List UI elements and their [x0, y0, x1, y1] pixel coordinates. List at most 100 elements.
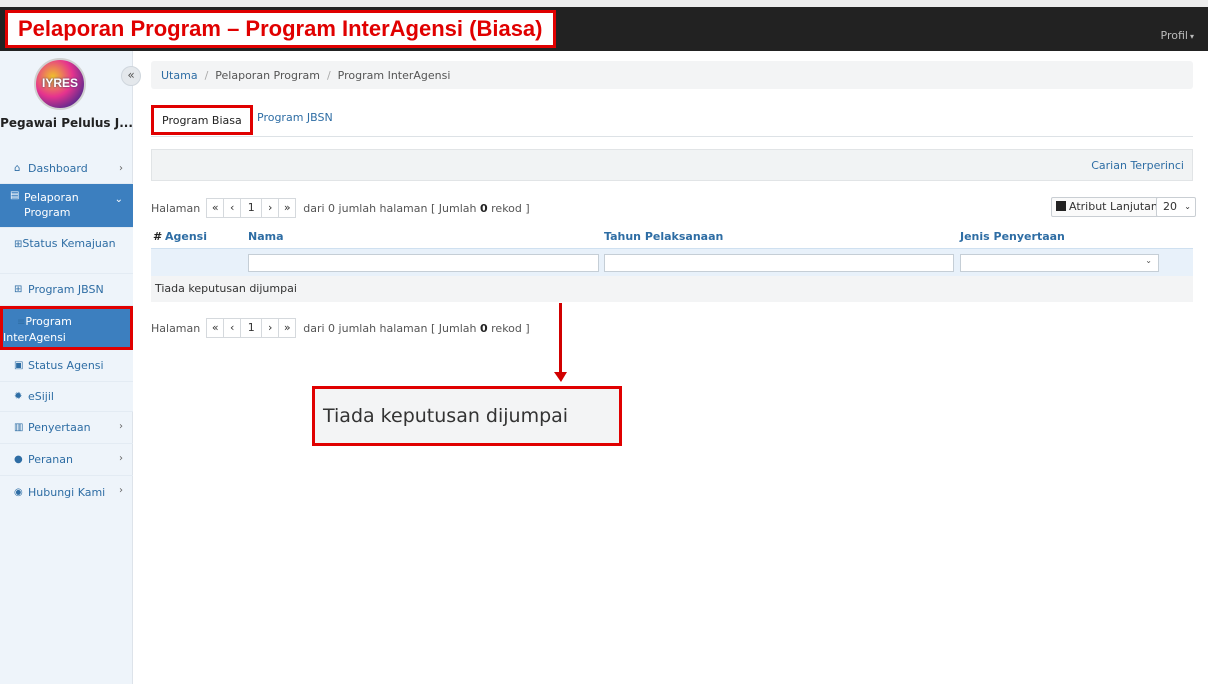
pager-top: Halaman « ‹ 1 › » dari 0 jumlah halaman …: [151, 197, 530, 219]
sidebar-item-text: ≡Program InterAgensi: [3, 314, 123, 345]
sidebar-item-hubungi-kami[interactable]: ◉ Hubungi Kami ›: [0, 476, 133, 508]
sidebar-item-pelaporan-program[interactable]: ▤ Pelaporan Program ⌄: [0, 184, 133, 228]
report-icon: ▤: [10, 190, 20, 201]
sidebar-menu: ⌂ Dashboard › ▤ Pelaporan Program ⌄ ⊞Sta…: [0, 154, 133, 508]
window-top-strip: [0, 0, 1208, 7]
tab-program-jbsn[interactable]: Program JBSN: [249, 105, 341, 135]
last-page-button[interactable]: »: [278, 198, 297, 218]
pager-summary-end: rekod ]: [491, 201, 530, 215]
pager-summary: dari 0 jumlah halaman [ Jumlah 0 rekod ]: [303, 322, 529, 335]
table-icon: ⊞: [14, 284, 23, 295]
breadcrumb-home-link[interactable]: Utama: [161, 69, 198, 82]
breadcrumb-current: Program InterAgensi: [337, 68, 451, 82]
user-icon: ●: [14, 454, 23, 465]
pager-summary-text: dari 0 jumlah halaman [ Jumlah: [303, 321, 477, 335]
sidebar-item-status-kemajuan[interactable]: ⊞Status Kemajuan: [0, 228, 133, 274]
grid-icon: [1056, 201, 1066, 211]
home-icon: ⌂: [14, 163, 21, 174]
iyres-logo: IYRES: [34, 58, 86, 110]
advanced-search-link[interactable]: Carian Terperinci: [1091, 159, 1184, 172]
search-panel: Carian Terperinci: [151, 149, 1193, 181]
pager-prefix: Halaman: [151, 321, 201, 335]
sidebar-item-label: Hubungi Kami: [28, 485, 106, 499]
page-size-value: 20: [1163, 200, 1177, 213]
sidebar-item-dashboard[interactable]: ⌂ Dashboard ›: [0, 154, 133, 184]
pager-summary-text: dari 0 jumlah halaman [ Jumlah: [303, 201, 477, 215]
first-page-button[interactable]: «: [206, 198, 225, 218]
sidebar-item-label: Status Kemajuan: [22, 237, 116, 250]
page-number-input[interactable]: 1: [240, 318, 263, 338]
empty-table-message: Tiada keputusan dijumpai: [151, 276, 1193, 302]
column-header-tahun-pelaksanaan[interactable]: Tahun Pelaksanaan: [604, 230, 723, 243]
sidebar-item-program-jbsn[interactable]: ⊞ Program JBSN: [0, 274, 133, 306]
breadcrumb-separator: /: [326, 68, 331, 82]
breadcrumb-separator: /: [204, 68, 209, 82]
chevron-right-icon: ›: [119, 421, 123, 432]
filter-nama-input[interactable]: [248, 254, 599, 272]
advanced-attributes-button[interactable]: Atribut Lanjutan: [1051, 197, 1163, 217]
annotation-zoom-callout: Tiada keputusan dijumpai: [312, 386, 622, 446]
chevron-down-icon: ⌄: [1184, 202, 1191, 211]
chevron-down-icon: ⌄: [114, 194, 123, 205]
sidebar-item-text: ⊞Status Kemajuan: [0, 236, 120, 252]
column-header-index: #: [153, 230, 163, 243]
breadcrumb: Utama / Pelaporan Program / Program Inte…: [151, 61, 1193, 89]
user-name: Pegawai Pelulus J...: [0, 116, 133, 130]
table-header: # Agensi Nama Tahun Pelaksanaan Jenis Pe…: [151, 226, 1193, 248]
filter-jenis-select[interactable]: ⌄: [960, 254, 1159, 272]
tab-program-biasa[interactable]: Program Biasa: [151, 105, 253, 135]
logo-text: IYRES: [42, 76, 79, 90]
pager-summary-end: rekod ]: [491, 321, 530, 335]
collapse-sidebar-button[interactable]: «: [121, 66, 141, 86]
page-number-input[interactable]: 1: [240, 198, 263, 218]
certificate-icon: ✹: [14, 391, 23, 402]
profile-label: Profil: [1160, 29, 1188, 42]
last-page-button[interactable]: »: [278, 318, 297, 338]
chevron-right-icon: ›: [119, 485, 123, 496]
annotation-title: Pelaporan Program – Program InterAgensi …: [5, 10, 556, 48]
annotation-arrow: [559, 303, 562, 373]
sidebar-item-label: Peranan: [28, 453, 73, 466]
sidebar-item-status-agensi[interactable]: ▣ Status Agensi: [0, 350, 133, 382]
chat-icon: ◉: [14, 486, 23, 498]
prev-page-button[interactable]: ‹: [223, 318, 242, 338]
sidebar-item-label: Dashboard: [28, 162, 88, 175]
column-header-agensi[interactable]: Agensi: [165, 230, 207, 243]
sidebar-item-label: Pelaporan Program: [24, 191, 79, 219]
profile-menu[interactable]: Profil ▾: [1161, 29, 1194, 42]
pager-total: 0: [479, 321, 488, 335]
advanced-attributes-label: Atribut Lanjutan: [1069, 200, 1158, 213]
chevron-right-icon: ›: [119, 163, 123, 174]
page-size-select[interactable]: 20 ⌄: [1156, 197, 1196, 217]
sidebar-item-esijil[interactable]: ✹ eSijil: [0, 382, 133, 412]
table-icon: ⊞: [14, 239, 23, 250]
arrow-down-icon: [554, 372, 567, 382]
pager-prefix: Halaman: [151, 201, 201, 215]
tab-bar: Program Biasa Program JBSN: [151, 103, 1193, 137]
prev-page-button[interactable]: ‹: [223, 198, 242, 218]
pager-summary: dari 0 jumlah halaman [ Jumlah 0 rekod ]: [303, 202, 529, 215]
sidebar-item-label: Status Agensi: [28, 359, 104, 372]
column-header-nama[interactable]: Nama: [248, 230, 284, 243]
sidebar-item-label: eSijil: [28, 390, 54, 403]
sidebar-item-label: Program JBSN: [28, 283, 104, 296]
main-content: Utama / Pelaporan Program / Program Inte…: [133, 51, 1208, 684]
next-page-button[interactable]: ›: [261, 318, 280, 338]
sidebar: IYRES Pegawai Pelulus J... ⌂ Dashboard ›…: [0, 51, 133, 684]
sidebar-item-program-interagensi[interactable]: ≡Program InterAgensi: [0, 306, 133, 350]
first-page-button[interactable]: «: [206, 318, 225, 338]
breadcrumb-level1[interactable]: Pelaporan Program: [215, 69, 320, 82]
list-icon: ≡: [17, 317, 26, 328]
chevron-down-icon: ▾: [1189, 32, 1194, 41]
chevron-down-icon: ⌄: [1145, 256, 1152, 265]
clipboard-icon: ▥: [14, 422, 24, 433]
next-page-button[interactable]: ›: [261, 198, 280, 218]
table-filter-row: ⌄: [151, 248, 1193, 276]
sidebar-item-penyertaan[interactable]: ▥ Penyertaan ›: [0, 412, 133, 444]
sidebar-item-peranan[interactable]: ● Peranan ›: [0, 444, 133, 476]
pager-bottom: Halaman « ‹ 1 › » dari 0 jumlah halaman …: [151, 317, 530, 339]
id-card-icon: ▣: [14, 360, 24, 371]
pager-total: 0: [479, 201, 488, 215]
filter-tahun-input[interactable]: [604, 254, 954, 272]
column-header-jenis-penyertaan[interactable]: Jenis Penyertaan: [960, 230, 1065, 243]
